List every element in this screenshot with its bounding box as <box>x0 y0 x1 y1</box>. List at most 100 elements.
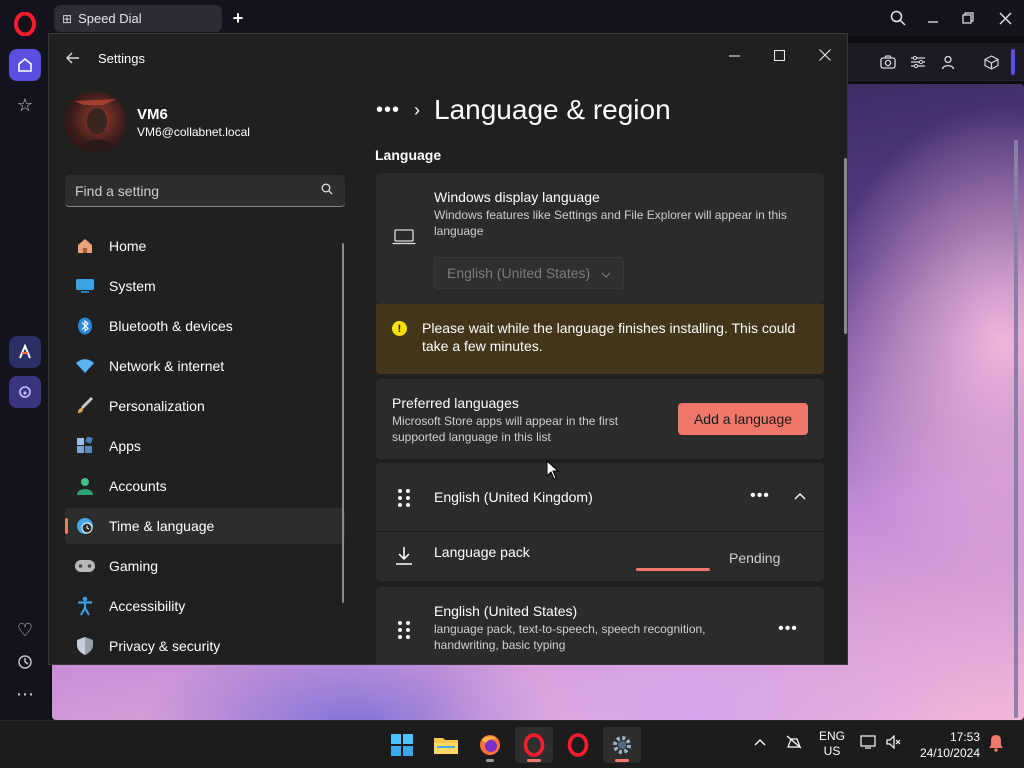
music-icon[interactable] <box>9 376 41 408</box>
preferred-languages-title: Preferred languages <box>392 395 519 411</box>
profile-icon[interactable] <box>938 52 958 72</box>
input-language[interactable]: ENG US <box>818 729 846 759</box>
display-language-select[interactable]: English (United States) <box>434 257 624 289</box>
content-scrollbar[interactable] <box>844 158 847 334</box>
home-icon[interactable] <box>9 49 41 81</box>
language-name: English (United Kingdom) <box>434 489 593 505</box>
more-icon[interactable]: ⋯ <box>9 678 41 710</box>
chevron-up-icon[interactable] <box>788 484 812 508</box>
close-icon[interactable] <box>991 6 1019 30</box>
opera-icon[interactable] <box>515 727 553 763</box>
file-explorer-icon[interactable] <box>427 727 465 763</box>
nav-item-accessibility[interactable]: Accessibility <box>65 588 345 624</box>
network-offline-icon[interactable] <box>785 735 803 752</box>
chevron-right-icon: › <box>414 99 421 120</box>
tab-speed-dial[interactable]: ⊞ Speed Dial <box>54 5 222 32</box>
close-icon[interactable] <box>806 40 844 70</box>
nav-item-apps[interactable]: Apps <box>65 428 345 464</box>
firefox-icon[interactable] <box>471 727 509 763</box>
warning-text: Please wait while the language finishes … <box>422 320 796 354</box>
nav-item-home[interactable]: Home <box>65 228 345 264</box>
apps-icon <box>75 436 95 456</box>
volume-muted-icon[interactable] <box>886 734 902 752</box>
display-language-title: Windows display language <box>434 189 600 205</box>
search-icon[interactable] <box>884 6 912 30</box>
aria-icon[interactable] <box>9 336 41 368</box>
heart-icon[interactable]: ♡ <box>9 614 41 646</box>
progress-fill <box>636 568 710 571</box>
clock[interactable]: 17:53 24/10/2024 <box>908 729 980 761</box>
accounts-icon <box>75 476 95 496</box>
nav-item-network[interactable]: Network & internet <box>65 348 345 384</box>
region-code: US <box>823 744 841 758</box>
search-icon[interactable] <box>321 183 333 198</box>
settings-nav: Home System Bluetooth & devices Network … <box>65 228 345 664</box>
add-language-button[interactable]: Add a language <box>678 403 808 435</box>
maximize-icon[interactable] <box>760 40 798 70</box>
breadcrumb: ••• › Language & region <box>376 90 671 130</box>
time-language-icon <box>75 516 95 536</box>
clock-date: 24/10/2024 <box>919 746 980 760</box>
nav-label: Accessibility <box>109 598 186 614</box>
star-icon[interactable]: ☆ <box>9 89 41 121</box>
nav-item-bluetooth[interactable]: Bluetooth & devices <box>65 308 345 344</box>
tab-title: Speed Dial <box>78 11 142 26</box>
nav-label: Apps <box>109 438 141 454</box>
breadcrumb-more[interactable]: ••• <box>376 99 400 122</box>
display-language-description: Windows features like Settings and File … <box>434 208 787 238</box>
minimize-icon[interactable] <box>715 40 753 70</box>
settings-window: Settings VM6 VM6@collabnet.local Home <box>48 33 848 665</box>
page-title: Language & region <box>434 94 671 125</box>
nav-item-personalization[interactable]: Personalization <box>65 388 345 424</box>
more-options-icon[interactable]: ••• <box>746 484 774 508</box>
nav-label: Network & internet <box>109 358 225 374</box>
settings-icon[interactable] <box>603 727 641 763</box>
warning-icon: ! <box>392 321 407 336</box>
history-icon[interactable] <box>9 646 41 678</box>
nav-item-privacy[interactable]: Privacy & security <box>65 628 345 664</box>
nav-item-time-language[interactable]: Time & language <box>65 508 345 544</box>
opera-logo[interactable] <box>14 12 36 36</box>
avatar[interactable] <box>64 91 126 153</box>
drag-handle-icon[interactable] <box>398 621 410 639</box>
language-pack-status: Pending <box>729 550 781 566</box>
language-pack-label: Language pack <box>434 544 530 560</box>
display-icon[interactable] <box>860 735 878 752</box>
nav-scrollbar[interactable] <box>342 243 344 603</box>
nav-label: Bluetooth & devices <box>109 318 233 334</box>
notification-bell-icon[interactable] <box>988 734 1004 755</box>
language-pack-progress <box>636 568 710 571</box>
active-indicator <box>527 759 541 762</box>
nav-item-system[interactable]: System <box>65 268 345 304</box>
user-name: VM6 <box>137 106 168 123</box>
sliders-icon[interactable] <box>908 52 928 72</box>
page-scrollbar[interactable] <box>1014 140 1018 718</box>
minimize-icon[interactable] <box>919 6 947 30</box>
camera-icon[interactable] <box>878 52 898 72</box>
cube-icon[interactable] <box>981 52 1001 72</box>
language-name: English (United States) <box>434 603 578 619</box>
nav-label: Privacy & security <box>109 638 221 654</box>
settings-titlebar: Settings <box>49 34 847 82</box>
nav-item-accounts[interactable]: Accounts <box>65 468 345 504</box>
more-options-icon[interactable]: ••• <box>774 617 802 641</box>
nav-label: System <box>109 278 156 294</box>
sidebar-accent-bar <box>1011 49 1015 75</box>
nav-item-gaming[interactable]: Gaming <box>65 548 345 584</box>
system-icon <box>75 276 95 296</box>
install-warning: ! Please wait while the language finishe… <box>376 304 824 374</box>
windows-start-icon[interactable] <box>383 727 421 763</box>
new-tab-button[interactable]: + <box>228 8 248 28</box>
opera-icon[interactable] <box>559 727 597 763</box>
language-item-en-gb: English (United Kingdom) ••• Language pa… <box>376 463 824 581</box>
restore-icon[interactable] <box>954 6 982 30</box>
drag-handle-icon[interactable] <box>398 489 410 507</box>
chevron-up-icon[interactable] <box>754 735 766 749</box>
back-arrow-icon[interactable] <box>63 48 83 68</box>
divider <box>376 531 824 532</box>
language-item-en-us: English (United States) language pack, t… <box>376 587 824 664</box>
shield-icon <box>75 636 95 656</box>
active-indicator <box>615 759 629 762</box>
search-input[interactable] <box>75 182 305 199</box>
brush-icon <box>75 396 95 416</box>
